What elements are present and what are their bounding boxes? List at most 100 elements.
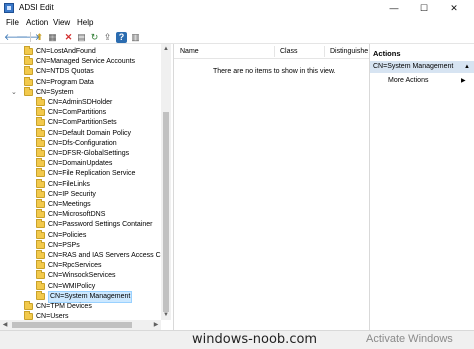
tree-item-label: CN=System Management [48,290,133,303]
tree-item-label: CN=Meetings [48,201,91,208]
folder-icon [24,46,33,55]
folder-icon [24,66,33,76]
list-header: Name Class Distinguishe [174,44,369,59]
show-tree-icon[interactable]: ▦ [47,32,58,43]
toolbar: 🡐 🡒 ⬆ ▦ ✕ ▤ ↻ ⇪ ? ▥ [0,30,474,44]
tree-item[interactable]: CN=WinsockServices [0,270,161,281]
scroll-up-arrow-icon[interactable]: ▲ [161,44,171,54]
tree-item-label: CN=File Replication Service [48,170,136,178]
watermark-text: windows-noob.com [192,332,318,347]
tree-item-label: CN=NTDS Quotas [36,68,94,76]
folder-icon [36,178,45,188]
column-divider[interactable] [324,46,325,57]
folder-icon [36,117,45,127]
tree-item[interactable]: CN=ComPartitions [0,107,161,118]
menu-action[interactable]: Action [26,18,48,27]
menu-file[interactable]: File [6,18,19,27]
tree-item-label: CN=ComPartitionSets [48,119,117,127]
more-actions-item[interactable]: More Actions ▶ [388,77,466,84]
delete-icon[interactable]: ✕ [63,32,74,43]
tree-item-label: CN=FileLinks [48,180,90,188]
window-title: ADSI Edit [19,3,54,12]
tree-item[interactable]: CN=DomainUpdates [0,158,161,169]
tree-item[interactable]: CN=Default Domain Policy [0,127,161,139]
folder-icon [36,199,45,208]
menu-help[interactable]: Help [77,18,93,27]
tree-item-label: CN=ComPartitions [48,109,107,117]
collapse-caret-icon[interactable]: ▲ [464,61,470,73]
scroll-left-arrow-icon[interactable]: ◀ [0,320,10,330]
scroll-right-arrow-icon[interactable]: ▶ [151,320,161,330]
tree-item[interactable]: CN=Policies [0,229,161,241]
minimize-button[interactable]: — [380,0,408,16]
maximize-button[interactable]: ☐ [410,0,438,16]
tree-vertical-scrollbar[interactable]: ▲ ▼ [161,44,171,320]
close-button[interactable]: ✕ [440,0,468,16]
tree-item[interactable]: ⌄ CN=System [0,86,161,98]
refresh-icon[interactable]: ↻ [89,32,100,43]
actions-section-header[interactable]: CN=System Management ▲ [370,61,474,73]
scroll-thumb[interactable] [163,112,169,312]
tree-item-label: CN=Policies [48,231,87,239]
tree-item[interactable]: CN=Password Settings Container [0,219,161,230]
tree-item[interactable]: CN=ComPartitionSets [0,117,161,128]
actions-pane: Actions CN=System Management ▲ More Acti… [369,44,474,330]
activate-windows-notice: Activate Windows [366,333,453,345]
help-icon[interactable]: ? [116,32,127,43]
folder-icon [36,188,45,198]
tree-item-label: CN=LostAndFound [36,48,96,55]
column-header-name[interactable]: Name [180,48,199,55]
tree-item[interactable]: CN=AdminSDHolder [0,97,161,108]
tree-item[interactable]: CN=File Replication Service [0,168,161,179]
properties-icon[interactable]: ▤ [76,32,87,43]
folder-icon [36,97,45,106]
folder-icon [24,301,33,310]
tree-item-label: CN=AdminSDHolder [48,99,113,106]
actions-section-label: CN=System Management [373,63,454,70]
folder-icon [36,127,45,137]
export-list-icon[interactable]: ⇪ [102,32,113,43]
folder-icon [36,270,45,280]
scroll-down-arrow-icon[interactable]: ▼ [161,310,171,320]
folder-icon [24,56,33,66]
column-header-class[interactable]: Class [280,48,298,55]
actions-title: Actions [373,49,401,58]
tree-item-label: CN=RpcServices [48,262,102,270]
tree-item-label: CN=Password Settings Container [48,221,153,229]
show-action-pane-icon[interactable]: ▥ [130,32,141,43]
tree-item-label: CN=Default Domain Policy [48,129,132,137]
back-arrow-icon[interactable]: 🡐 [4,32,28,43]
tree-item[interactable]: CN=FileLinks [0,178,161,190]
forward-arrow-icon[interactable]: 🡒 [16,32,40,43]
menu-view[interactable]: View [53,18,70,27]
tree-horizontal-scrollbar[interactable]: ◀ ▶ [0,320,161,330]
column-divider[interactable] [274,46,275,57]
folder-icon [36,219,45,229]
tree-item-label: CN=Managed Service Accounts [36,58,136,66]
folder-icon [36,229,45,239]
folder-icon [24,76,33,86]
expand-collapse-icon[interactable]: ⌄ [11,88,19,98]
tree-item[interactable]: CN=IP Security [0,188,161,200]
folder-icon [36,168,45,178]
tree-pane: CN=LostAndFound CN=Managed Service Accoun… [0,44,171,324]
folder-icon [36,209,45,219]
tree-item[interactable]: CN=Dfs-Configuration [0,137,161,149]
tree-item[interactable]: CN=RAS and IAS Servers Access Ch [0,250,165,261]
more-actions-label: More Actions [388,77,429,84]
folder-icon [36,280,45,290]
up-folder-icon[interactable]: ⬆ [34,32,45,43]
tree-item-label: CN=Program Data [36,78,94,86]
tree-item[interactable]: CN=Meetings [0,199,161,210]
scroll-thumb[interactable] [12,322,132,328]
column-header-distinguished-name[interactable]: Distinguishe [330,48,368,55]
folder-icon [36,148,45,157]
details-list-pane: Name Class Distinguishe There are no ite… [173,44,369,330]
tree-item[interactable]: CN=MicrosoftDNS [0,209,161,220]
empty-list-message: There are no items to show in this view. [213,68,336,75]
tree-item[interactable]: CN=PSPs [0,239,161,251]
tree-item[interactable]: CN=RpcServices [0,260,161,271]
tree-item[interactable]: CN=DFSR-GlobalSettings [0,148,161,159]
folder-icon [36,260,45,270]
adsi-edit-app-icon [4,3,14,13]
